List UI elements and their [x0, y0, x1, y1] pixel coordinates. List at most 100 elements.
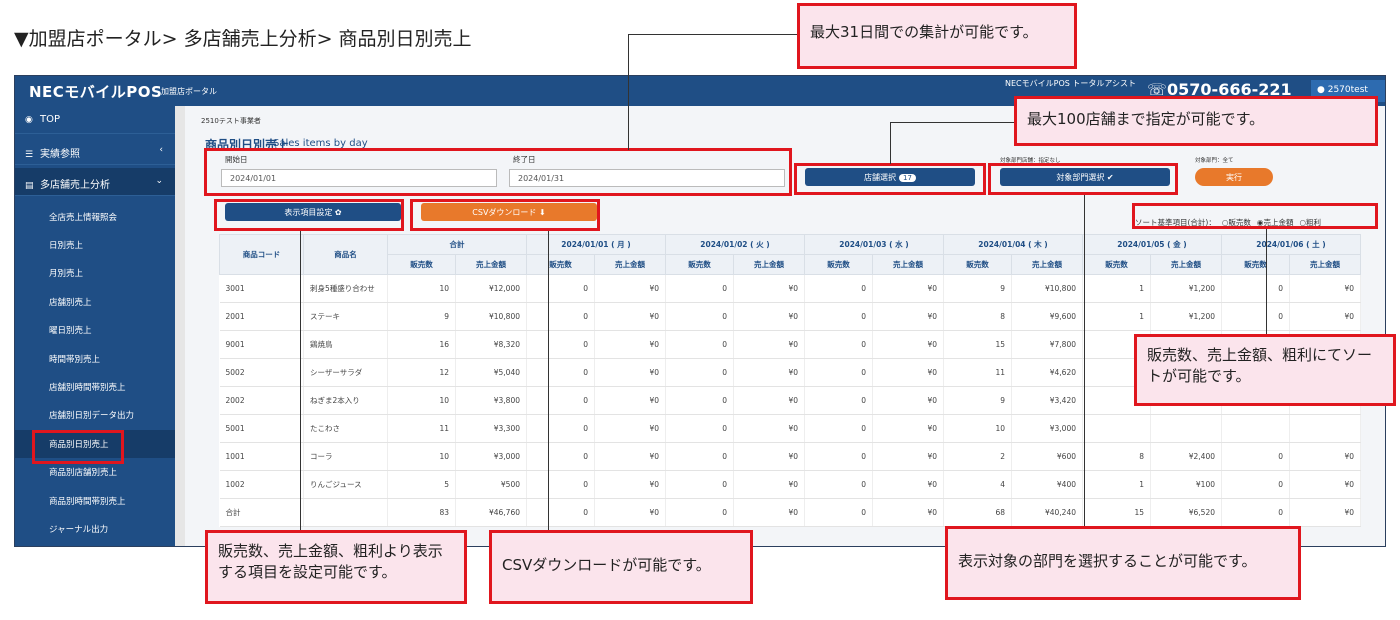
sidebar-item-top[interactable]: ◉ TOP — [15, 106, 175, 134]
qty-cell: 9 — [943, 274, 1012, 303]
amount-cell: ¥400 — [1011, 470, 1083, 499]
qty-cell: 0 — [665, 302, 734, 331]
col-header-qty: 販売数 — [804, 254, 873, 275]
callout-sort: 販売数、売上金額、粗利にてソートが可能です。 — [1134, 334, 1396, 406]
amount-cell: ¥0 — [1289, 470, 1361, 499]
callout-department: 表示対象の部門を選択することが可能です。 — [945, 526, 1301, 600]
qty-cell: 0 — [1221, 470, 1290, 499]
qty-cell: 9 — [943, 386, 1012, 415]
callout-display-settings: 販売数、売上金額、粗利より表示する項目を設定可能です。 — [205, 530, 467, 604]
support-title: NECモバイルPOS トータルアシスト — [1005, 79, 1137, 88]
product-code-cell: 3001 — [219, 274, 304, 303]
connector-line — [890, 122, 1016, 123]
list-icon: ☰ — [25, 150, 34, 160]
product-code-cell: 5002 — [219, 358, 304, 387]
col-group-header: 合計 — [387, 234, 527, 255]
amount-cell: ¥0 — [733, 498, 805, 527]
col-group-header: 2024/01/03 ( 水 ) — [804, 234, 944, 255]
qty-cell: 0 — [665, 498, 734, 527]
sidebar-item-multi-store[interactable]: ▤ 多店舗売上分析 ⌄ — [15, 168, 175, 196]
connector-line — [890, 122, 891, 164]
amount-cell: ¥4,620 — [1011, 358, 1083, 387]
col-header-amount: 売上金額 — [1289, 254, 1361, 275]
amount-cell: ¥7,800 — [1011, 330, 1083, 359]
sidebar-item-item-hourly-sales[interactable]: 商品別時間帯別売上 — [15, 487, 175, 515]
user-id: 2570test — [1327, 85, 1368, 95]
col-header-amount: 売上金額 — [1150, 254, 1222, 275]
sidebar-item-weekday-sales[interactable]: 曜日別売上 — [15, 316, 175, 344]
brand-logo[interactable]: NECモバイルPOS — [29, 81, 162, 102]
qty-cell: 16 — [387, 330, 456, 359]
sidebar-scrollbar[interactable] — [175, 106, 185, 546]
col-group-header: 2024/01/02 ( 火 ) — [665, 234, 805, 255]
connector-line — [1266, 229, 1267, 335]
sidebar: ◉ TOP ☰ 実績参照 ‹ ▤ 多店舗売上分析 ⌄ 全店売上情報照会 日別売上 月別売上… — [15, 106, 175, 546]
amount-cell — [1150, 414, 1222, 443]
col-header-name[interactable]: 商品名 — [303, 234, 388, 275]
highlight-sort-options — [1132, 203, 1378, 229]
qty-cell: 9 — [387, 302, 456, 331]
col-header-qty: 販売数 — [1082, 254, 1151, 275]
qty-cell: 8 — [1082, 442, 1151, 471]
qty-cell: 10 — [387, 274, 456, 303]
qty-cell: 0 — [1221, 274, 1290, 303]
qty-cell: 4 — [943, 470, 1012, 499]
amount-cell: ¥0 — [594, 470, 666, 499]
qty-cell: 0 — [526, 414, 595, 443]
sidebar-item-daily-sales[interactable]: 日別売上 — [15, 231, 175, 259]
amount-cell: ¥0 — [872, 386, 944, 415]
table-header-row: 商品コード 商品名 合計 2024/01/01 ( 月 ) 2024/01/02… — [219, 234, 1361, 275]
sidebar-item-results[interactable]: ☰ 実績参照 ‹ — [15, 137, 175, 165]
sidebar-item-all-store-info[interactable]: 全店売上情報照会 — [15, 203, 175, 231]
highlight-dept-select — [988, 163, 1178, 195]
amount-cell: ¥0 — [1289, 274, 1361, 303]
amount-cell: ¥0 — [594, 330, 666, 359]
sidebar-item-label: 多店舗売上分析 — [40, 180, 110, 191]
highlight-store-select — [794, 163, 986, 195]
amount-cell: ¥0 — [872, 442, 944, 471]
product-name-cell: コーラ — [303, 442, 388, 471]
sidebar-item-monthly-sales[interactable]: 月別売上 — [15, 259, 175, 287]
product-code-cell: 2002 — [219, 386, 304, 415]
product-name-cell: りんごジュース — [303, 470, 388, 499]
amount-cell: ¥6,520 — [1150, 498, 1222, 527]
qty-cell: 0 — [804, 498, 873, 527]
table-subheader-row: 販売数 売上金額 販売数 売上金額 販売数 売上金額 販売数 売上金額 販売数 売上金額 … — [220, 254, 1361, 275]
amount-cell: ¥0 — [872, 414, 944, 443]
sidebar-item-store-hourly-sales[interactable]: 店舗別時間帯別売上 — [15, 373, 175, 401]
amount-cell: ¥8,320 — [455, 330, 527, 359]
qty-cell: 1 — [1082, 470, 1151, 499]
sidebar-item-hourly-sales[interactable]: 時間帯別売上 — [15, 345, 175, 373]
product-code-cell: 1001 — [219, 442, 304, 471]
amount-cell: ¥0 — [872, 498, 944, 527]
col-group-header: 2024/01/04 ( 木 ) — [943, 234, 1083, 255]
qty-cell: 0 — [804, 274, 873, 303]
col-header-qty: 販売数 — [387, 254, 456, 275]
amount-cell: ¥3,000 — [455, 442, 527, 471]
amount-cell: ¥0 — [733, 442, 805, 471]
amount-cell: ¥0 — [872, 330, 944, 359]
amount-cell: ¥3,000 — [1011, 414, 1083, 443]
qty-cell: 0 — [665, 330, 734, 359]
col-group-header: 2024/01/05 ( 金 ) — [1082, 234, 1222, 255]
amount-cell: ¥9,600 — [1011, 302, 1083, 331]
page-heading: ▼加盟店ポータル> 多店舗売上分析> 商品別日別売上 — [14, 28, 472, 50]
amount-cell: ¥0 — [1289, 498, 1361, 527]
col-header-code[interactable]: 商品コード — [219, 234, 304, 275]
connector-line — [628, 34, 629, 150]
qty-cell: 0 — [526, 358, 595, 387]
qty-cell — [1221, 414, 1290, 443]
col-header-amount: 売上金額 — [872, 254, 944, 275]
sidebar-item-journal-export[interactable]: ジャーナル出力 — [15, 515, 175, 543]
qty-cell: 0 — [526, 302, 595, 331]
qty-cell: 0 — [526, 330, 595, 359]
sidebar-item-store-sales[interactable]: 店舗別売上 — [15, 288, 175, 316]
sidebar-item-store-daily-export[interactable]: 店舗別日別データ出力 — [15, 401, 175, 429]
product-name-cell: たこわさ — [303, 414, 388, 443]
chevron-left-icon: ‹ — [159, 145, 163, 155]
amount-cell: ¥5,040 — [455, 358, 527, 387]
qty-cell: 10 — [943, 414, 1012, 443]
qty-cell: 68 — [943, 498, 1012, 527]
table-row: 2001 ステーキ 9 ¥10,800 0 ¥0 0 ¥0 0 ¥0 8 ¥9,600 1 ¥1,200 0… — [219, 302, 1361, 331]
execute-button[interactable]: 実行 — [1195, 168, 1273, 186]
